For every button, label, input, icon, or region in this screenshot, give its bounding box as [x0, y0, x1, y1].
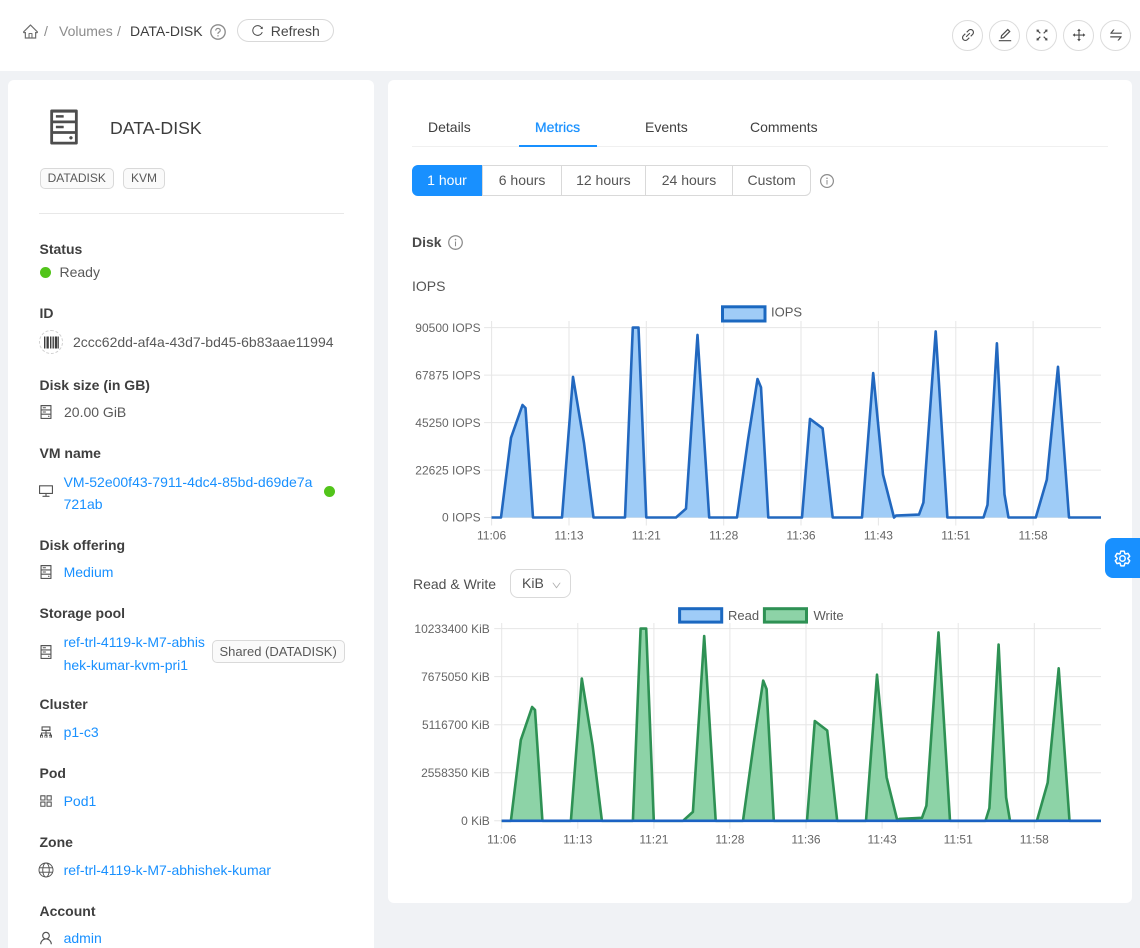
svg-text:11:51: 11:51 [944, 832, 973, 846]
svg-text:11:13: 11:13 [563, 832, 592, 846]
svg-text:5116700 KiB: 5116700 KiB [422, 718, 490, 732]
svg-text:67875 IOPS: 67875 IOPS [415, 368, 480, 382]
svg-text:11:58: 11:58 [1020, 832, 1049, 846]
svg-text:11:58: 11:58 [1019, 529, 1048, 543]
svg-text:11:06: 11:06 [487, 832, 516, 846]
svg-text:11:36: 11:36 [786, 529, 815, 543]
svg-text:0 KiB: 0 KiB [461, 814, 490, 828]
svg-text:11:13: 11:13 [554, 529, 583, 543]
svg-text:IOPS: IOPS [771, 305, 802, 320]
svg-text:11:36: 11:36 [791, 832, 820, 846]
svg-text:10233400 KiB: 10233400 KiB [414, 622, 489, 636]
svg-text:22625 IOPS: 22625 IOPS [415, 463, 480, 477]
svg-text:45250 IOPS: 45250 IOPS [415, 416, 480, 430]
svg-text:2558350 KiB: 2558350 KiB [421, 766, 490, 780]
svg-text:11:28: 11:28 [715, 832, 744, 846]
svg-text:11:28: 11:28 [709, 529, 738, 543]
svg-text:11:21: 11:21 [639, 832, 668, 846]
svg-text:7675050 KiB: 7675050 KiB [421, 670, 490, 684]
svg-text:11:43: 11:43 [868, 832, 897, 846]
svg-text:11:21: 11:21 [632, 529, 661, 543]
svg-text:Read: Read [728, 608, 759, 623]
svg-text:11:43: 11:43 [864, 529, 893, 543]
svg-text:Write: Write [814, 608, 844, 623]
svg-text:90500 IOPS: 90500 IOPS [415, 321, 480, 335]
svg-text:0 IOPS: 0 IOPS [442, 511, 481, 525]
svg-text:11:51: 11:51 [941, 529, 970, 543]
svg-text:11:06: 11:06 [477, 529, 506, 543]
